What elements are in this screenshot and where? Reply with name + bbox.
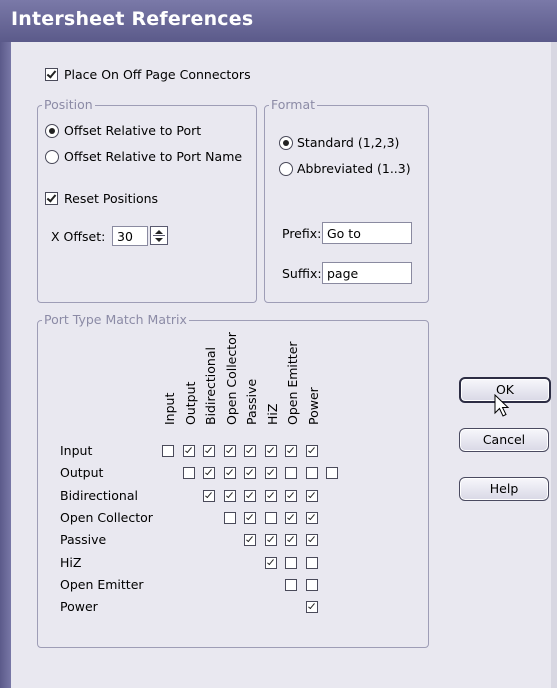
matrix-checkbox[interactable] (264, 445, 277, 457)
matrix-checkbox[interactable] (244, 445, 256, 457)
matrix-checkbox[interactable] (305, 534, 318, 547)
matrix-column-header: Open Collector (223, 332, 239, 425)
matrix-checkbox[interactable] (182, 467, 195, 480)
matrix-row-label: Passive (60, 532, 107, 548)
matrix-checkbox[interactable] (203, 467, 215, 480)
window-frame-right (551, 42, 557, 688)
offset-relative-to-port-radio[interactable] (45, 124, 59, 138)
matrix-checkbox[interactable] (305, 578, 318, 591)
reset-positions-checkbox[interactable] (45, 192, 58, 205)
place-connectors-checkbox[interactable] (45, 68, 58, 81)
matrix-checkbox[interactable] (285, 556, 297, 569)
matrix-checkbox[interactable] (244, 467, 256, 480)
matrix-checkbox[interactable] (264, 489, 277, 502)
standard-format-radio[interactable] (279, 136, 293, 150)
abbreviated-format-radio[interactable] (279, 162, 293, 176)
matrix-checkbox[interactable] (285, 534, 297, 547)
matrix-checkbox[interactable] (305, 467, 318, 480)
matrix-checkbox[interactable] (285, 511, 297, 524)
matrix-checkbox[interactable] (244, 534, 256, 547)
matrix-row-label: HiZ (60, 554, 82, 570)
offset-relative-to-port-label: Offset Relative to Port (64, 123, 202, 138)
matrix-column-header: Input (162, 392, 177, 425)
matrix-checkbox[interactable] (326, 467, 338, 480)
x-offset-spinner[interactable] (150, 226, 168, 245)
help-button[interactable]: Help (459, 477, 549, 501)
matrix-row-label: Bidirectional (60, 487, 138, 503)
matrix-row-label: Open Emitter (60, 576, 144, 592)
matrix-checkbox[interactable] (305, 445, 318, 457)
spin-down-icon[interactable] (153, 236, 165, 243)
matrix-checkbox[interactable] (244, 511, 256, 524)
matrix-checkbox[interactable] (223, 511, 236, 524)
matrix-row-label: Open Collector (60, 509, 153, 525)
cancel-button[interactable]: Cancel (459, 428, 549, 452)
position-legend: Position (42, 97, 95, 112)
x-offset-input[interactable]: 30 (112, 226, 148, 246)
matrix-column-header: HiZ (264, 403, 280, 425)
matrix-checkbox[interactable] (223, 489, 236, 502)
matrix-column-header: Bidirectional (203, 347, 218, 425)
standard-format-label: Standard (1,2,3) (297, 135, 400, 150)
x-offset-label: X Offset: (51, 229, 106, 244)
matrix-checkbox[interactable] (264, 556, 277, 569)
format-legend: Format (269, 97, 318, 112)
window-frame-left (0, 42, 11, 688)
place-connectors-label: Place On Off Page Connectors (64, 67, 251, 82)
matrix-checkbox[interactable] (223, 445, 236, 457)
matrix-checkbox[interactable] (305, 489, 318, 502)
suffix-label: Suffix: (282, 266, 322, 281)
intersheet-references-dialog: Intersheet References Place On Off Page … (0, 0, 557, 688)
matrix-checkbox[interactable] (223, 467, 236, 480)
matrix-checkbox[interactable] (305, 601, 318, 614)
matrix-row-label: Power (60, 599, 98, 615)
title-bar[interactable]: Intersheet References (0, 0, 557, 42)
matrix-checkbox[interactable] (285, 578, 297, 591)
matrix-column-header: Output (182, 381, 198, 425)
prefix-label: Prefix: (282, 226, 322, 241)
abbreviated-format-label: Abbreviated (1..3) (297, 161, 411, 176)
matrix-checkbox[interactable] (264, 511, 277, 524)
matrix-checkbox[interactable] (305, 511, 318, 524)
matrix-checkbox[interactable] (285, 489, 297, 502)
matrix-row-label: Input (60, 443, 93, 458)
offset-relative-to-port-name-radio[interactable] (45, 150, 59, 164)
matrix-row-label: Output (60, 465, 104, 481)
suffix-input[interactable]: page (322, 262, 412, 284)
matrix-checkbox[interactable] (264, 467, 277, 480)
matrix-checkbox[interactable] (285, 445, 297, 457)
matrix-checkbox[interactable] (244, 489, 256, 502)
matrix-checkbox[interactable] (264, 534, 277, 547)
matrix-checkbox[interactable] (285, 467, 297, 480)
matrix-column-header: Open Emitter (285, 341, 300, 425)
matrix-checkbox[interactable] (182, 445, 195, 457)
spin-up-icon[interactable] (153, 228, 165, 236)
matrix-checkbox[interactable] (203, 445, 215, 457)
matrix-column-header: Passive (244, 378, 259, 425)
matrix-column-header: Power (305, 387, 321, 425)
window-title: Intersheet References (11, 8, 254, 30)
matrix-checkbox[interactable] (305, 556, 318, 569)
reset-positions-label: Reset Positions (64, 191, 159, 206)
mouse-cursor-icon (494, 394, 510, 417)
matrix-checkbox[interactable] (162, 445, 174, 457)
offset-relative-to-port-name-label: Offset Relative to Port Name (64, 149, 243, 164)
matrix-checkbox[interactable] (203, 489, 215, 502)
matrix-legend: Port Type Match Matrix (42, 312, 189, 327)
prefix-input[interactable]: Go to (322, 222, 412, 244)
